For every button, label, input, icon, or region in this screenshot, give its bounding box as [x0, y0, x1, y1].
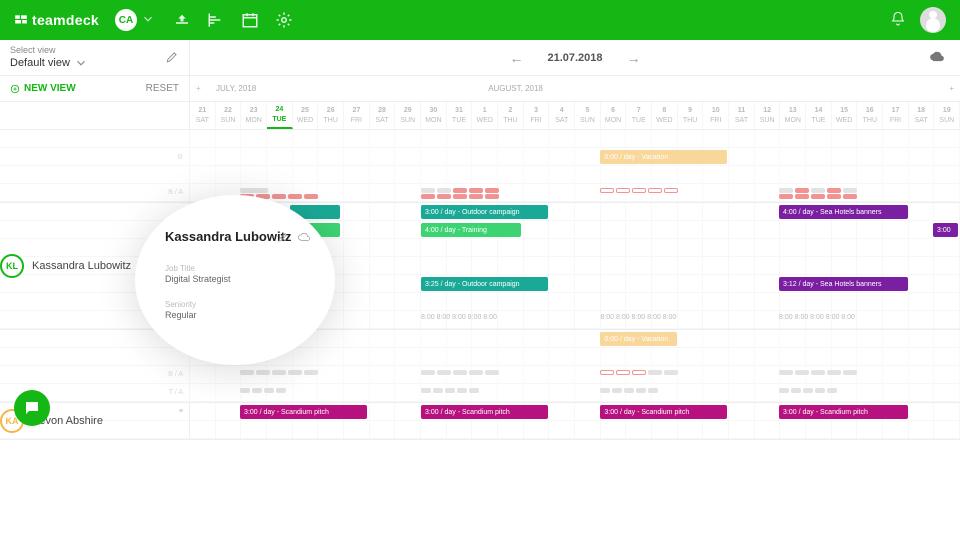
- day-column[interactable]: 26THU: [318, 102, 344, 129]
- chat-button[interactable]: [14, 390, 50, 426]
- calendar-header: 21SAT22SUN23MON24TUE25WED26THU27FRI28SAT…: [0, 102, 960, 130]
- day-column[interactable]: 11SAT: [729, 102, 755, 129]
- ta-label: T / A: [169, 389, 183, 396]
- date-nav: ← 21.07.2018 →: [190, 40, 960, 75]
- person-block: ⚙ 0:00 / day - Vacation B / A T / A: [0, 330, 960, 403]
- next-arrow[interactable]: →: [627, 50, 641, 66]
- sliders-icon[interactable]: ≡: [179, 408, 183, 415]
- event-seahotels[interactable]: 4:00 / day - Sea Hotels banners: [779, 205, 908, 219]
- reset-button[interactable]: RESET: [146, 83, 179, 94]
- workspace-badge[interactable]: CA: [115, 9, 137, 31]
- logo-text: teamdeck: [32, 12, 99, 28]
- event-vacation[interactable]: 0:00 / day - Vacation: [600, 150, 727, 164]
- day-column[interactable]: 23MON: [241, 102, 267, 129]
- day-column[interactable]: 24TUE: [267, 102, 293, 129]
- day-column[interactable]: 18SAT: [909, 102, 935, 129]
- view-name: Default view: [10, 57, 70, 69]
- hours-text: 8:00 8:00 8:00 8:00 8:00: [421, 314, 497, 321]
- chevron-down-icon: [74, 56, 88, 70]
- upload-icon[interactable]: [173, 11, 191, 29]
- day-column[interactable]: 3FRI: [524, 102, 550, 129]
- day-column[interactable]: 16THU: [857, 102, 883, 129]
- nav-tabs: [173, 11, 293, 29]
- day-column[interactable]: 9THU: [678, 102, 704, 129]
- event-seahotels[interactable]: 3:12 / day - Sea Hotels banners: [779, 277, 908, 291]
- event-outdoor[interactable]: 3:00 / day - Outdoor campaign: [421, 205, 548, 219]
- day-column[interactable]: 28SAT: [370, 102, 396, 129]
- day-column[interactable]: 29SUN: [395, 102, 421, 129]
- popup-job-value: Digital Strategist: [165, 274, 315, 284]
- view-select-panel[interactable]: Select view Default view: [0, 40, 190, 75]
- prev-arrow[interactable]: ←: [509, 50, 523, 66]
- day-column[interactable]: 6MON: [601, 102, 627, 129]
- event-scandium[interactable]: 3:00 / day - Scandium pitch: [779, 405, 908, 419]
- select-view-label: Select view: [10, 45, 179, 55]
- plus-icon[interactable]: +: [949, 84, 954, 93]
- logo-icon: [14, 13, 28, 27]
- day-column[interactable]: 21SAT: [190, 102, 216, 129]
- popup-seniority-label: Seniority: [165, 300, 315, 309]
- timeline-icon[interactable]: [207, 11, 225, 29]
- current-date[interactable]: 21.07.2018: [547, 52, 602, 64]
- day-column[interactable]: 27FRI: [344, 102, 370, 129]
- chevron-down-icon[interactable]: [141, 12, 155, 29]
- person-block-kevon: KA Kevon Abshire ≡ 3:00 / day - Scandium…: [0, 403, 960, 440]
- month-label: JULY, 2018: [216, 84, 256, 93]
- person-label[interactable]: KL Kassandra Lubowitz: [0, 254, 131, 278]
- event-seahotels-short[interactable]: 3:00: [933, 223, 958, 237]
- day-column[interactable]: 31TUE: [447, 102, 473, 129]
- day-column[interactable]: 17FRI: [883, 102, 909, 129]
- person-name-text: Kassandra Lubowitz: [32, 260, 131, 272]
- event-scandium[interactable]: 3:00 / day - Scandium pitch: [421, 405, 548, 419]
- bell-icon[interactable]: [890, 11, 906, 30]
- day-column[interactable]: 5SUN: [575, 102, 601, 129]
- popup-job-label: Job Title: [165, 264, 315, 273]
- day-column[interactable]: 10FRI: [703, 102, 729, 129]
- day-column[interactable]: 25WED: [293, 102, 319, 129]
- day-column[interactable]: 14TUE: [806, 102, 832, 129]
- new-view-button[interactable]: NEW VIEW: [10, 83, 76, 94]
- gear-icon[interactable]: [275, 11, 293, 29]
- day-column[interactable]: 19SUN: [934, 102, 960, 129]
- event-training[interactable]: 4:00 / day - Training: [421, 223, 521, 237]
- day-column[interactable]: 8WED: [652, 102, 678, 129]
- day-column[interactable]: 15WED: [832, 102, 858, 129]
- ba-label: B / A: [168, 371, 183, 378]
- event-vacation[interactable]: 0:00 / day - Vacation: [600, 332, 677, 346]
- sub-bar: Select view Default view ← 21.07.2018 →: [0, 40, 960, 76]
- avatar-initials: KL: [0, 254, 24, 278]
- plus-circle-icon: [10, 84, 20, 94]
- person-detail-popup: Kassandra Lubowitz Job Title Digital Str…: [135, 195, 335, 365]
- plus-icon[interactable]: +: [196, 84, 201, 93]
- day-column[interactable]: 13MON: [780, 102, 806, 129]
- gear-icon[interactable]: ⚙: [177, 153, 183, 161]
- day-column[interactable]: 22SUN: [216, 102, 242, 129]
- pencil-icon[interactable]: [165, 50, 179, 66]
- view-actions-row: NEW VIEW RESET + JULY, 2018 AUGUST, 2018…: [0, 76, 960, 102]
- user-avatar[interactable]: [920, 7, 946, 33]
- day-column[interactable]: 7TUE: [626, 102, 652, 129]
- person-block: ⚙ 0:00 / day - Vacation B / A: [0, 130, 960, 203]
- calendar-icon[interactable]: [241, 11, 259, 29]
- event-scandium[interactable]: 3:00 / day - Scandium pitch: [240, 405, 367, 419]
- day-column[interactable]: 30MON: [421, 102, 447, 129]
- day-column[interactable]: 2THU: [498, 102, 524, 129]
- ba-label: B / A: [168, 189, 183, 196]
- event-scandium[interactable]: 3:00 / day - Scandium pitch: [600, 405, 727, 419]
- day-column[interactable]: 1WED: [472, 102, 498, 129]
- event-outdoor[interactable]: 3:25 / day - Outdoor campaign: [421, 277, 548, 291]
- logo[interactable]: teamdeck: [14, 12, 99, 28]
- popup-seniority-value: Regular: [165, 310, 315, 320]
- hours-text: 8:00 8:00 8:00 8:00 8:00: [779, 314, 855, 321]
- pencil-icon[interactable]: [277, 231, 289, 246]
- day-column[interactable]: 4SAT: [549, 102, 575, 129]
- day-column[interactable]: 12SUN: [755, 102, 781, 129]
- cloud-icon[interactable]: [297, 231, 311, 246]
- top-bar: teamdeck CA: [0, 0, 960, 40]
- chat-icon: [23, 399, 41, 417]
- cloud-download-icon[interactable]: [930, 49, 944, 66]
- hours-text: 8:00 8:00 8:00 8:00 8:00: [600, 314, 676, 321]
- month-label: AUGUST, 2018: [488, 84, 543, 93]
